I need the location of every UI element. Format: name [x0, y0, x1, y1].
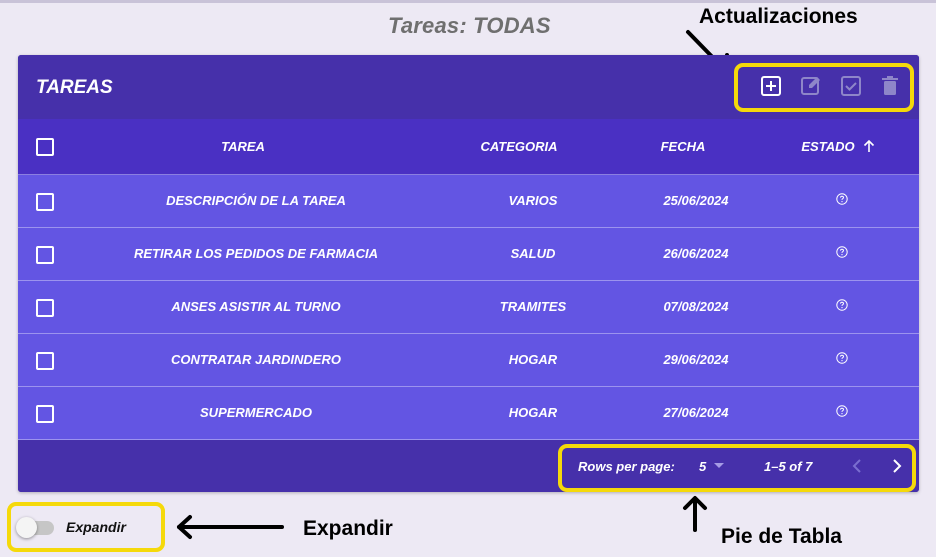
expand-toggle-label: Expandir	[66, 519, 126, 535]
cell-categoria: HOGAR	[508, 405, 558, 420]
annotation-updates: Actualizaciones	[699, 5, 858, 28]
table-row[interactable]: SUPERMERCADO HOGAR 27/06/2024	[18, 387, 919, 440]
tasks-table-card: TAREAS TAREA CATEGORIA FECHA ESTADO DESC…	[18, 55, 919, 492]
annotation-arrow-footer	[683, 496, 707, 532]
highlight-footer	[558, 444, 916, 492]
help-circle-icon[interactable]	[836, 299, 848, 311]
cell-categoria: TRAMITES	[499, 299, 567, 314]
help-circle-icon[interactable]	[836, 405, 848, 417]
arrow-up-icon[interactable]	[862, 139, 876, 153]
cell-categoria: VARIOS	[508, 193, 558, 208]
row-checkbox[interactable]	[36, 246, 54, 264]
cell-tarea: SUPERMERCADO	[200, 405, 312, 420]
cell-fecha: 27/06/2024	[663, 405, 729, 420]
cell-fecha: 26/06/2024	[663, 246, 729, 261]
table-row[interactable]: CONTRATAR JARDINDERO HOGAR 29/06/2024	[18, 334, 919, 387]
table-row[interactable]: DESCRIPCIÓN DE LA TAREA VARIOS 25/06/2024	[18, 175, 919, 228]
highlight-actions	[734, 63, 914, 112]
select-all-checkbox[interactable]	[36, 138, 54, 156]
cell-fecha: 25/06/2024	[663, 193, 729, 208]
cell-fecha: 29/06/2024	[663, 352, 729, 367]
row-checkbox[interactable]	[36, 352, 54, 370]
top-divider	[0, 0, 936, 3]
cell-categoria: HOGAR	[508, 352, 558, 367]
column-header-fecha[interactable]: FECHA	[633, 139, 733, 154]
cell-tarea: DESCRIPCIÓN DE LA TAREA	[166, 193, 346, 208]
table-header-row: TAREA CATEGORIA FECHA ESTADO	[18, 119, 919, 175]
row-checkbox[interactable]	[36, 193, 54, 211]
row-checkbox[interactable]	[36, 405, 54, 423]
column-header-tarea[interactable]: TAREA	[168, 139, 318, 154]
help-circle-icon[interactable]	[836, 352, 848, 364]
column-header-categoria[interactable]: CATEGORIA	[459, 139, 579, 154]
row-checkbox[interactable]	[36, 299, 54, 317]
annotation-expand: Expandir	[303, 517, 393, 540]
cell-tarea: CONTRATAR JARDINDERO	[171, 352, 341, 367]
annotation-arrow-expand	[177, 515, 284, 539]
cell-tarea: ANSES ASISTIR AL TURNO	[171, 299, 341, 314]
expand-toggle[interactable]	[16, 517, 37, 538]
annotation-footer: Pie de Tabla	[721, 525, 842, 548]
cell-categoria: SALUD	[510, 246, 556, 261]
column-header-estado[interactable]: ESTADO	[788, 139, 868, 154]
cell-tarea: RETIRAR LOS PEDIDOS DE FARMACIA	[133, 246, 379, 261]
help-circle-icon[interactable]	[836, 193, 848, 205]
help-circle-icon[interactable]	[836, 246, 848, 258]
cell-fecha: 07/08/2024	[663, 299, 729, 314]
page-title: Tareas: TODAS	[388, 13, 551, 38]
table-row[interactable]: RETIRAR LOS PEDIDOS DE FARMACIA SALUD 26/0…	[18, 228, 919, 281]
table-row[interactable]: ANSES ASISTIR AL TURNO TRAMITES 07/08/2024	[18, 281, 919, 334]
toolbar-title: TAREAS	[36, 77, 113, 98]
